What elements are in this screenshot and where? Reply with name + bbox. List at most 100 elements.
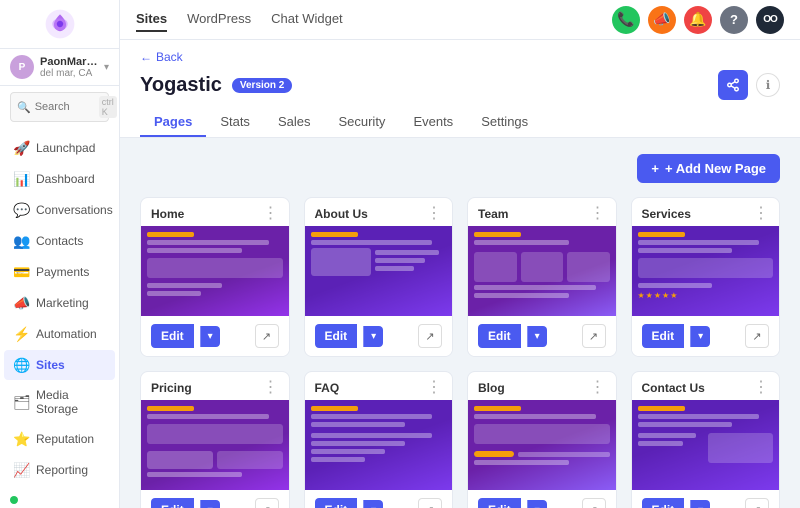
page-preview-contact bbox=[632, 400, 780, 490]
tab-wordpress[interactable]: WordPress bbox=[187, 7, 251, 32]
sub-tab-sales[interactable]: Sales bbox=[264, 108, 325, 137]
external-link-blog[interactable]: ↗ bbox=[582, 498, 606, 508]
search-box[interactable]: 🔍 ctrl K bbox=[10, 92, 109, 122]
info-button[interactable]: ℹ bbox=[756, 73, 780, 97]
sidebar-item-sites[interactable]: 🌐 Sites bbox=[4, 350, 115, 380]
sidebar-item-reporting[interactable]: 📈 Reporting bbox=[4, 455, 115, 485]
tab-chat-widget[interactable]: Chat Widget bbox=[271, 7, 343, 32]
page-card-faq: FAQ ⋮ bbox=[304, 371, 454, 508]
site-actions: ℹ bbox=[718, 70, 780, 100]
sidebar-item-label: Contacts bbox=[36, 234, 83, 248]
topbar-icons: 📞 📣 🔔 ? OO bbox=[612, 6, 784, 34]
sub-tab-security[interactable]: Security bbox=[324, 108, 399, 137]
edit-button-pricing[interactable]: Edit bbox=[151, 498, 194, 508]
sub-tab-pages[interactable]: Pages bbox=[140, 108, 206, 137]
page-title-team: Team bbox=[478, 207, 508, 221]
user-menu-button[interactable]: OO bbox=[756, 6, 784, 34]
page-menu-services[interactable]: ⋮ bbox=[753, 206, 769, 222]
topbar: Sites WordPress Chat Widget 📞 📣 🔔 ? OO bbox=[120, 0, 800, 40]
sidebar-item-label: Dashboard bbox=[36, 172, 95, 186]
sidebar-item-label: Reputation bbox=[36, 432, 94, 446]
edit-dropdown-faq[interactable]: ▾ bbox=[363, 500, 383, 508]
breadcrumb-label: Back bbox=[156, 50, 183, 64]
pages-toolbar: + + Add New Page bbox=[140, 154, 780, 183]
edit-dropdown-contact[interactable]: ▾ bbox=[690, 500, 710, 508]
sidebar-item-label: Automation bbox=[36, 327, 97, 341]
external-link-team[interactable]: ↗ bbox=[582, 324, 606, 348]
account-switcher[interactable]: P PaonMarketing del mar, CA ▾ bbox=[0, 48, 119, 86]
page-title-services: Services bbox=[642, 207, 691, 221]
sub-tab-stats[interactable]: Stats bbox=[206, 108, 264, 137]
sub-tab-settings[interactable]: Settings bbox=[467, 108, 542, 137]
megaphone-icon-button[interactable]: 📣 bbox=[648, 6, 676, 34]
edit-dropdown-home[interactable]: ▾ bbox=[200, 326, 220, 347]
sidebar-item-conversations[interactable]: 💬 Conversations bbox=[4, 195, 115, 225]
chevron-down-icon: ▾ bbox=[104, 62, 109, 73]
page-card-services: Services ⋮ ★★★★★ bbox=[631, 197, 781, 357]
edit-button-services[interactable]: Edit bbox=[642, 324, 685, 348]
external-link-faq[interactable]: ↗ bbox=[418, 498, 442, 508]
dashboard-icon: 📊 bbox=[14, 171, 30, 187]
phone-icon-button[interactable]: 📞 bbox=[612, 6, 640, 34]
share-button[interactable] bbox=[718, 70, 748, 100]
sidebar-item-settings[interactable]: ⚙️ Settings bbox=[4, 486, 115, 492]
page-menu-blog[interactable]: ⋮ bbox=[590, 380, 606, 396]
sidebar-item-payments[interactable]: 💳 Payments bbox=[4, 257, 115, 287]
sidebar-item-contacts[interactable]: 👥 Contacts bbox=[4, 226, 115, 256]
page-menu-home[interactable]: ⋮ bbox=[263, 206, 279, 222]
edit-dropdown-team[interactable]: ▾ bbox=[527, 326, 547, 347]
page-preview-home bbox=[141, 226, 289, 316]
external-link-about[interactable]: ↗ bbox=[418, 324, 442, 348]
page-menu-pricing[interactable]: ⋮ bbox=[263, 380, 279, 396]
edit-button-about[interactable]: Edit bbox=[315, 324, 358, 348]
tab-sites[interactable]: Sites bbox=[136, 7, 167, 32]
automation-icon: ⚡ bbox=[14, 326, 30, 342]
edit-dropdown-about[interactable]: ▾ bbox=[363, 326, 383, 347]
search-container: 🔍 ctrl K bbox=[0, 86, 119, 128]
notification-icon-button[interactable]: 🔔 bbox=[684, 6, 712, 34]
search-input[interactable] bbox=[35, 101, 95, 113]
page-menu-faq[interactable]: ⋮ bbox=[426, 380, 442, 396]
edit-button-contact[interactable]: Edit bbox=[642, 498, 685, 508]
help-icon-button[interactable]: ? bbox=[720, 6, 748, 34]
media-storage-icon: 🗂 bbox=[14, 394, 30, 410]
edit-dropdown-blog[interactable]: ▾ bbox=[527, 500, 547, 508]
edit-button-team[interactable]: Edit bbox=[478, 324, 521, 348]
sidebar-item-label: Conversations bbox=[36, 203, 113, 217]
edit-dropdown-services[interactable]: ▾ bbox=[690, 326, 710, 347]
reputation-icon: ⭐ bbox=[14, 431, 30, 447]
page-menu-about[interactable]: ⋮ bbox=[426, 206, 442, 222]
payments-icon: 💳 bbox=[14, 264, 30, 280]
page-card-blog: Blog ⋮ bbox=[467, 371, 617, 508]
page-preview-team bbox=[468, 226, 616, 316]
sub-tab-events[interactable]: Events bbox=[399, 108, 467, 137]
page-menu-team[interactable]: ⋮ bbox=[590, 206, 606, 222]
sidebar-item-automation[interactable]: ⚡ Automation bbox=[4, 319, 115, 349]
external-link-contact[interactable]: ↗ bbox=[745, 498, 769, 508]
page-card-pricing: Pricing ⋮ bbox=[140, 371, 290, 508]
edit-button-blog[interactable]: Edit bbox=[478, 498, 521, 508]
external-link-pricing[interactable]: ↗ bbox=[255, 498, 279, 508]
edit-button-faq[interactable]: Edit bbox=[315, 498, 358, 508]
edit-dropdown-pricing[interactable]: ▾ bbox=[200, 500, 220, 508]
breadcrumb[interactable]: ← Back bbox=[140, 50, 780, 64]
plus-icon: + bbox=[651, 161, 659, 176]
logo bbox=[0, 0, 119, 48]
sidebar: P PaonMarketing del mar, CA ▾ 🔍 ctrl K 🚀… bbox=[0, 0, 120, 508]
search-shortcut: ctrl K bbox=[99, 96, 117, 118]
page-title-faq: FAQ bbox=[315, 381, 340, 395]
pages-area: + + Add New Page Home ⋮ bbox=[120, 138, 800, 508]
add-new-page-button[interactable]: + + Add New Page bbox=[637, 154, 780, 183]
sidebar-item-label: Launchpad bbox=[36, 141, 95, 155]
sidebar-item-dashboard[interactable]: 📊 Dashboard bbox=[4, 164, 115, 194]
external-link-services[interactable]: ↗ bbox=[745, 324, 769, 348]
edit-button-home[interactable]: Edit bbox=[151, 324, 194, 348]
sidebar-item-launchpad[interactable]: 🚀 Launchpad bbox=[4, 133, 115, 163]
sidebar-item-media-storage[interactable]: 🗂 Media Storage bbox=[4, 381, 115, 423]
pages-grid: Home ⋮ Edit bbox=[140, 197, 780, 508]
page-title-home: Home bbox=[151, 207, 184, 221]
page-menu-contact[interactable]: ⋮ bbox=[753, 380, 769, 396]
external-link-home[interactable]: ↗ bbox=[255, 324, 279, 348]
sidebar-item-marketing[interactable]: 📣 Marketing bbox=[4, 288, 115, 318]
sidebar-item-reputation[interactable]: ⭐ Reputation bbox=[4, 424, 115, 454]
